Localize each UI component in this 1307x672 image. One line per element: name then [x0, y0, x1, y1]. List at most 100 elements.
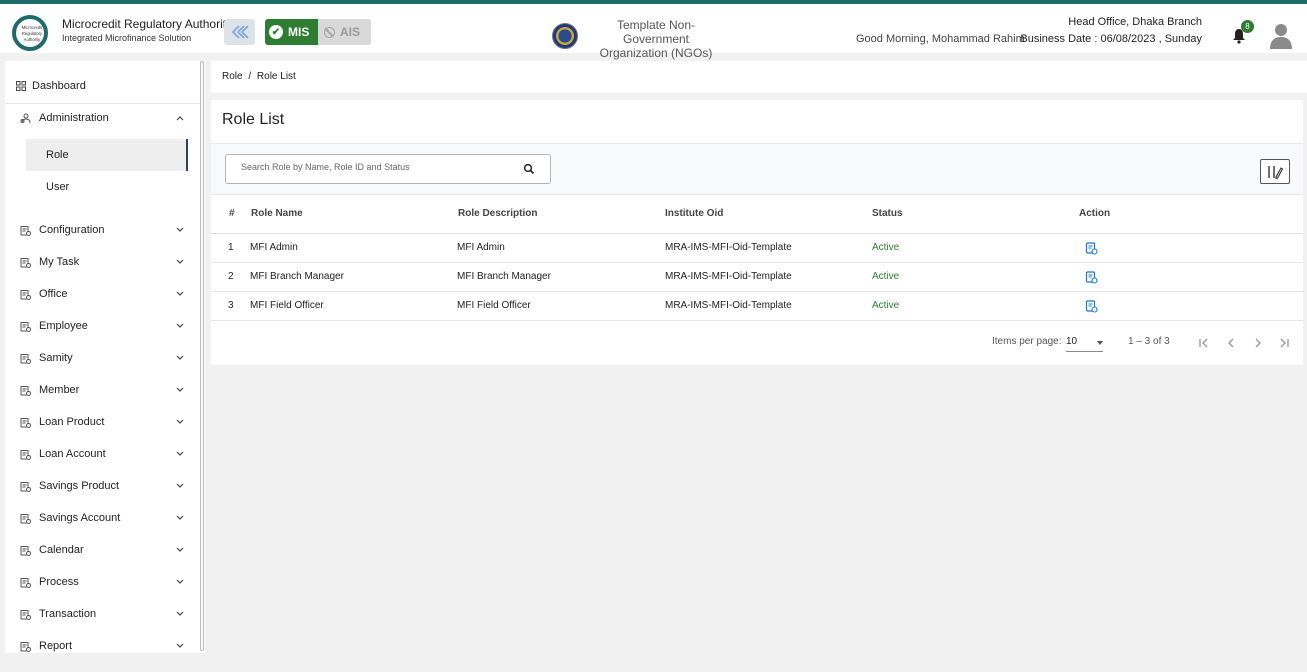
mra-logo: Microcredit Regulatory Authority: [12, 15, 48, 51]
sidebar-item-label: Report: [39, 640, 73, 652]
view-details-icon[interactable]: [1085, 300, 1098, 313]
column-header-action: Action: [1079, 208, 1111, 219]
table-toolbar: [211, 144, 1303, 194]
sidebar-item-transaction[interactable]: Transaction: [5, 598, 200, 630]
member-icon: [19, 384, 31, 396]
sidebar-item-my-task[interactable]: My Task: [5, 246, 200, 278]
user-avatar-icon[interactable]: [1268, 21, 1294, 49]
chevron-down-icon: [176, 289, 186, 299]
mis-toggle-button[interactable]: ✔ MIS: [265, 19, 318, 45]
chevron-down-icon: [176, 417, 186, 427]
sidebar-item-office[interactable]: Office: [5, 278, 200, 310]
page-range-label: 1 – 3 of 3: [1128, 336, 1170, 347]
table-row[interactable]: 1 MFI Admin MFI Admin MRA-IMS-MFI-Oid-Te…: [211, 234, 1303, 263]
next-page-button[interactable]: [1248, 333, 1268, 353]
first-page-icon: [1199, 338, 1208, 348]
sidebar-item-administration[interactable]: Administration: [5, 102, 200, 134]
svg-text:Authority: Authority: [24, 37, 41, 42]
previous-page-button[interactable]: [1221, 333, 1241, 353]
breadcrumb-bar: [211, 61, 1307, 93]
role-list-card: Role List # Role Name Role Description I…: [211, 100, 1303, 365]
chevron-down-icon: [176, 257, 186, 267]
cell-number: 1: [228, 242, 234, 253]
organization-name: Template Non-Government Organization (NG…: [586, 18, 726, 60]
cell-status: Active: [872, 242, 900, 253]
last-page-icon: [1280, 338, 1289, 348]
svg-text:Microcredit: Microcredit: [22, 25, 43, 30]
breadcrumb-current: Role List: [256, 71, 296, 82]
chevron-down-icon: [176, 481, 186, 491]
brand-subtitle: Integrated Microfinance Solution: [62, 33, 192, 43]
notification-count-badge: 8: [1241, 20, 1254, 33]
cell-role-description: MFI Branch Manager: [457, 271, 551, 282]
sidebar-item-loan-account[interactable]: Loan Account: [5, 438, 200, 470]
sidebar-item-dashboard[interactable]: Dashboard: [5, 70, 200, 102]
sidebar-item-savings-account[interactable]: Savings Account: [5, 502, 200, 534]
breadcrumb-root-link[interactable]: Role: [222, 71, 243, 82]
dropdown-caret-icon: [1097, 341, 1103, 345]
page-size-select[interactable]: 10: [1066, 332, 1103, 352]
mis-label: MIS: [288, 25, 310, 39]
chevron-down-icon: [176, 609, 186, 619]
search-input[interactable]: [241, 162, 511, 172]
sidebar-item-label: Administration: [39, 112, 109, 124]
cell-role-description: MFI Field Officer: [457, 300, 531, 311]
table-row[interactable]: 2 MFI Branch Manager MFI Branch Manager …: [211, 263, 1303, 292]
chevron-up-icon: [176, 113, 186, 123]
sidebar-item-label: Office: [39, 288, 68, 300]
sidebar-item-label: Member: [39, 384, 80, 396]
ais-label: AIS: [340, 25, 361, 39]
sidebar-scrollbar[interactable]: [200, 61, 205, 651]
sidebar-item-report[interactable]: Report: [5, 630, 200, 653]
sidebar-subitem-user[interactable]: User: [26, 171, 188, 203]
first-page-button[interactable]: [1194, 333, 1214, 353]
sidebar-item-loan-product[interactable]: Loan Product: [5, 406, 200, 438]
table-row[interactable]: 3 MFI Field Officer MFI Field Officer MR…: [211, 292, 1303, 321]
loan-account-icon: [19, 448, 31, 460]
cell-institute-oid: MRA-IMS-MFI-Oid-Template: [665, 271, 792, 282]
cell-number: 2: [228, 271, 234, 282]
disabled-icon: [324, 26, 335, 38]
svg-text:Regulatory: Regulatory: [22, 31, 43, 36]
cell-role-description: MFI Admin: [457, 242, 505, 253]
sidebar-item-savings-product[interactable]: Savings Product: [5, 470, 200, 502]
org-name-line1: Template Non-Government: [616, 18, 696, 46]
sidebar-item-member[interactable]: Member: [5, 374, 200, 406]
sliders-icon: [19, 224, 31, 236]
search-icon[interactable]: [523, 163, 535, 175]
view-details-icon[interactable]: [1085, 242, 1098, 255]
column-header-status: Status: [872, 208, 903, 219]
sidebar-item-label: Employee: [39, 320, 88, 332]
sidebar-item-label: Loan Account: [39, 448, 106, 460]
greeting-text: Good Morning, Mohammad Rahim: [856, 33, 1025, 45]
loan-product-icon: [19, 416, 31, 428]
dashboard-grid-icon: [15, 80, 27, 92]
sidebar-item-employee[interactable]: Employee: [5, 310, 200, 342]
last-page-button[interactable]: [1274, 333, 1294, 353]
cell-institute-oid: MRA-IMS-MFI-Oid-Template: [665, 242, 792, 253]
cell-role-name: MFI Branch Manager: [250, 271, 344, 282]
chevron-down-icon: [176, 225, 186, 235]
sidebar-item-configuration[interactable]: Configuration: [5, 214, 200, 246]
chevron-down-icon: [176, 577, 186, 587]
page-size-value: 10: [1066, 336, 1078, 347]
ais-toggle-button[interactable]: AIS: [318, 19, 371, 45]
check-circle-icon: ✔: [269, 25, 283, 39]
sidebar-item-calendar[interactable]: Calendar: [5, 534, 200, 566]
chevron-down-icon: [176, 353, 186, 363]
table-header-row: # Role Name Role Description Institute O…: [211, 194, 1303, 234]
scrollbar-thumb[interactable]: [200, 61, 204, 651]
sidebar-item-label: Transaction: [39, 608, 97, 620]
sidebar-subitem-role[interactable]: Role: [26, 139, 188, 171]
column-settings-button[interactable]: [1260, 159, 1290, 184]
branch-name: Head Office, Dhaka Branch: [1068, 16, 1202, 28]
sidebar-item-label: My Task: [39, 256, 80, 268]
view-details-icon[interactable]: [1085, 271, 1098, 284]
sidebar-collapse-button[interactable]: [224, 19, 255, 45]
chevron-left-icon: [1228, 338, 1234, 348]
sidebar-item-samity[interactable]: Samity: [5, 342, 200, 374]
sidebar-item-process[interactable]: Process: [5, 566, 200, 598]
double-chevron-left-icon: [231, 25, 249, 39]
sidebar-item-label: Dashboard: [32, 80, 86, 92]
employee-icon: [19, 320, 31, 332]
